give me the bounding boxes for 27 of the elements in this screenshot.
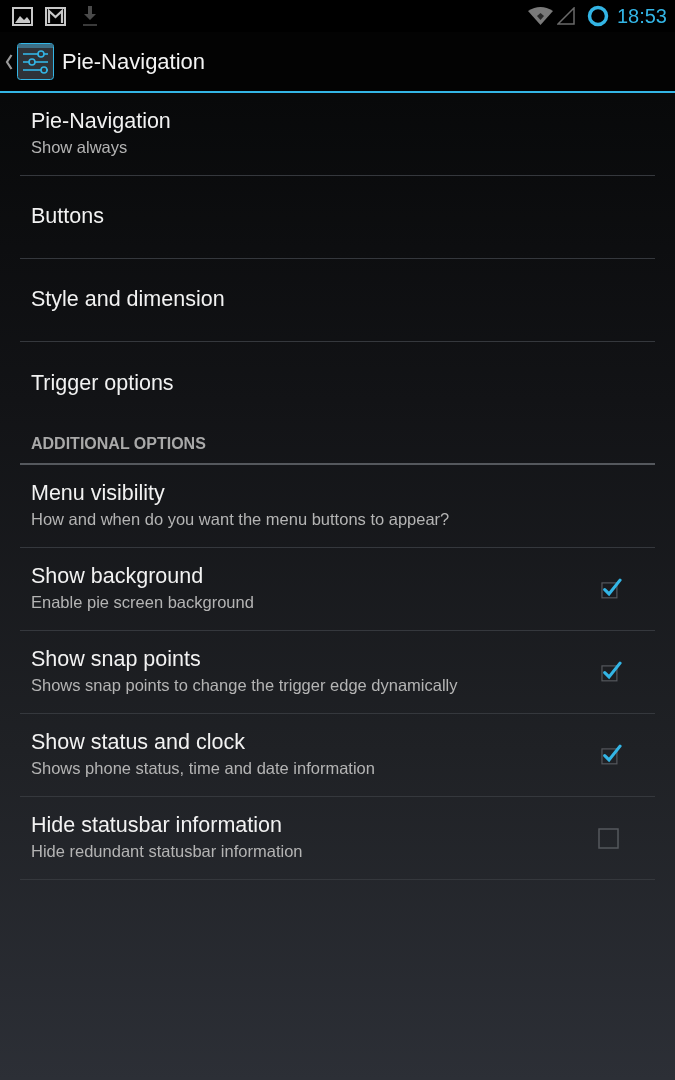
ring-icon [586, 5, 609, 27]
wifi-icon [527, 7, 553, 25]
setting-summary: How and when do you want the menu buttons to appear? [31, 509, 450, 531]
setting-summary: Hide redundant statusbar information [31, 841, 303, 863]
category-header: ADDITIONAL OPTIONS [31, 434, 206, 454]
setting-title: Buttons [31, 204, 104, 230]
picture-icon [12, 6, 33, 26]
setting-title: Menu visibility [31, 481, 165, 508]
setting-title: Show snap points [31, 647, 201, 674]
setting-title: Style and dimension [31, 287, 225, 313]
setting-title: Trigger options [31, 370, 174, 397]
setting-summary: Enable pie screen background [31, 592, 254, 614]
back-icon[interactable] [5, 53, 13, 70]
setting-summary: Show always [31, 137, 128, 159]
download-icon [82, 6, 98, 26]
setting-title: Pie-Navigation [31, 109, 171, 136]
setting-title: Show background [31, 564, 204, 591]
checkbox[interactable] [597, 827, 619, 849]
setting-title: Show status and clock [31, 730, 245, 757]
setting-title: Hide statusbar information [31, 813, 282, 840]
setting-summary: Shows snap points to change the trigger edge dynamically [31, 675, 458, 697]
screen-title: Pie-Navigation [62, 48, 206, 76]
clock-time: 18:53 [616, 6, 667, 26]
setting-summary: Shows phone status, time and date information [31, 758, 375, 780]
mail-icon [45, 6, 66, 26]
signal-icon [556, 7, 575, 25]
sliders-icon[interactable] [17, 43, 54, 80]
